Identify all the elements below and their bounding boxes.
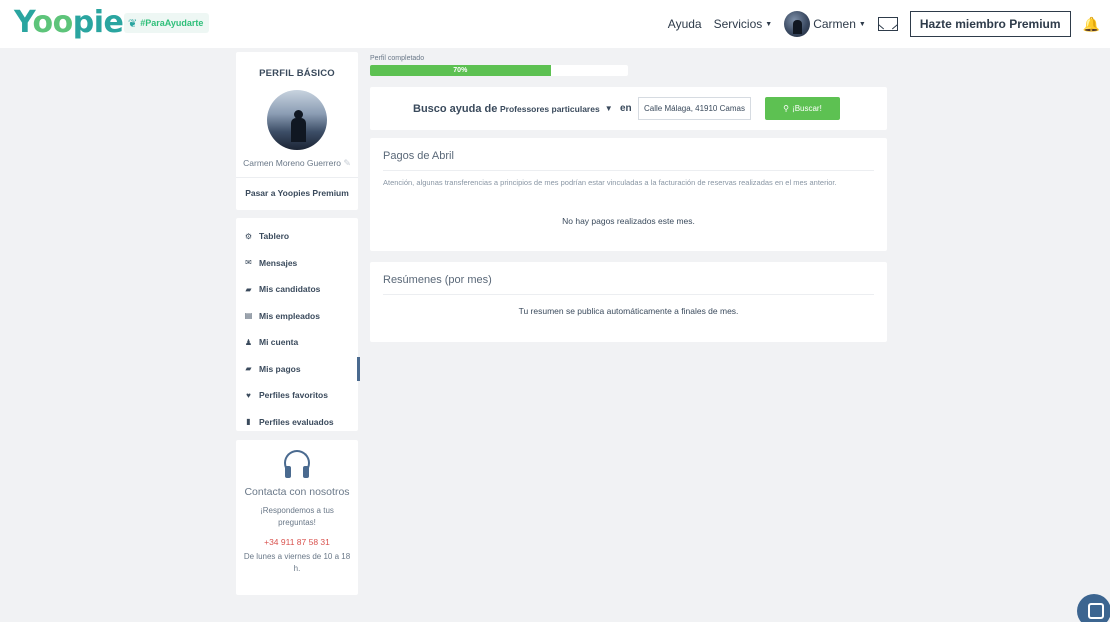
profile-name: Carmen Moreno Guerrero ✎ [236,158,358,169]
chat-icon: ▰ [245,284,252,294]
profile-progress-fill: 70% [370,65,551,76]
heart-icon: ♥ [246,390,251,400]
contact-phone[interactable]: +34 911 87 58 31 [236,537,358,547]
contact-subtitle: ¡Respondemos a tus preguntas! [260,506,334,527]
profile-progress-bar: 70% [370,65,628,76]
payments-title: Pagos de Abril [383,150,454,162]
user-name: Carmen [813,17,856,31]
search-label: Busco ayuda de [413,102,498,115]
profile-avatar[interactable] [267,90,327,150]
logo-part-y: Y [14,5,33,40]
caret-down-icon: ▼ [604,104,613,113]
sidebar-item-evaluados[interactable]: ▮ Perfiles evaluados [236,409,358,436]
sidebar-item-label: Perfiles favoritos [259,390,328,401]
sidebar-item-label: Tablero [259,231,290,242]
sidebar-item-label: Mi cuenta [259,337,299,348]
envelope-icon: ✉ [245,258,252,268]
payments-note: Atención, algunas transferencias a princ… [383,178,837,187]
divider [236,177,358,178]
search-button[interactable]: ⚲ ¡Buscar! [765,97,840,120]
payments-empty-message: No hay pagos realizados este mes. [562,216,695,226]
contact-hours: De lunes a viernes de 10 a 18 h. [243,552,351,573]
briefcase-icon: ▤ [244,311,253,321]
bell-icon[interactable]: 🔔 [1083,16,1100,33]
category-value: Professores particulares [500,103,600,114]
contact-title: Contacta con nosotros [244,486,350,498]
category-select[interactable]: Professores particulares ▼ [500,104,613,114]
summaries-panel: Resúmenes (por mes) Tu resumen se public… [370,262,887,342]
pencil-icon[interactable]: ✎ [343,158,351,168]
sidebar-item-favoritos[interactable]: ♥ Perfiles favoritos [236,382,358,409]
services-menu[interactable]: Servicios ▼ [714,17,773,31]
top-header: Yoopies ❦ #ParaAyudarte Ayuda Servicios … [0,0,1110,48]
summaries-empty-message: Tu resumen se publica automáticamente a … [518,306,739,316]
services-label: Servicios [713,17,763,31]
hand-heart-icon: ❦ [128,17,138,30]
sidebar-item-label: Perfiles evaluados [259,416,334,427]
avatar [784,11,811,37]
profile-progress-value: 70% [453,67,468,74]
user-icon: ♟ [244,337,253,347]
divider [383,294,874,295]
divider [383,170,874,171]
sidebar-item-label: Mensajes [259,257,298,268]
hashtag-badge[interactable]: ❦ #ParaAyudarte [124,13,210,33]
sidebar-item-candidatos[interactable]: ▰ Mis candidatos [236,276,358,303]
logo-part-oo: oo [32,5,73,40]
premium-button[interactable]: Hazte miembro Premium [909,11,1071,37]
summaries-title: Resúmenes (por mes) [383,274,492,286]
profile-title: PERFIL BÁSICO [259,68,335,79]
sidebar-item-cuenta[interactable]: ♟ Mi cuenta [236,329,358,356]
sidebar-item-pagos[interactable]: ▰ Mis pagos [236,356,360,383]
profile-card: PERFIL BÁSICO Carmen Moreno Guerrero ✎ P… [236,52,358,210]
help-link[interactable]: Ayuda [668,17,702,31]
caret-down-icon: ▼ [765,20,773,28]
payments-panel: Pagos de Abril Atención, algunas transfe… [370,138,887,251]
hashtag-label: #ParaAyudarte [140,18,204,28]
headset-icon [284,450,310,478]
contact-card: Contacta con nosotros ¡Respondemos a tus… [236,440,358,595]
sidebar-item-label: Mis candidatos [259,284,321,295]
chat-icon: ▰ [245,364,252,374]
search-bar: Busco ayuda de Professores particulares … [370,87,887,130]
user-menu[interactable]: Carmen ▼ [784,11,866,37]
mail-icon[interactable] [877,17,898,31]
sidebar-item-tablero[interactable]: ⚙ Tablero [236,223,358,250]
yoopies-logo[interactable]: Yoopies [14,5,141,40]
premium-upgrade-link[interactable]: Pasar a Yoopies Premium [236,188,358,198]
header-nav: Ayuda Servicios ▼ Carmen ▼ Hazte miembro… [668,0,1100,48]
sidebar-menu: ⚙ Tablero ✉ Mensajes ▰ Mis candidatos ▤ Mis … [236,218,360,431]
sidebar-item-empleados[interactable]: ▤ Mis empleados [236,303,358,330]
location-input[interactable] [638,97,751,120]
caret-down-icon: ▼ [858,20,866,28]
search-button-label: ¡Buscar! [792,104,822,113]
sidebar-item-label: Mis empleados [259,310,320,321]
chat-widget-icon[interactable] [1077,594,1110,622]
sidebar-item-mensajes[interactable]: ✉ Mensajes [236,250,358,277]
gear-icon: ⚙ [244,231,253,241]
bookmark-icon: ▮ [246,417,251,427]
search-connector: en [620,103,632,114]
profile-name-text: Carmen Moreno Guerrero [243,158,341,168]
sidebar-item-label: Mis pagos [259,363,301,374]
search-icon: ⚲ [783,104,790,113]
profile-progress-label: Perfil completado [370,55,425,62]
